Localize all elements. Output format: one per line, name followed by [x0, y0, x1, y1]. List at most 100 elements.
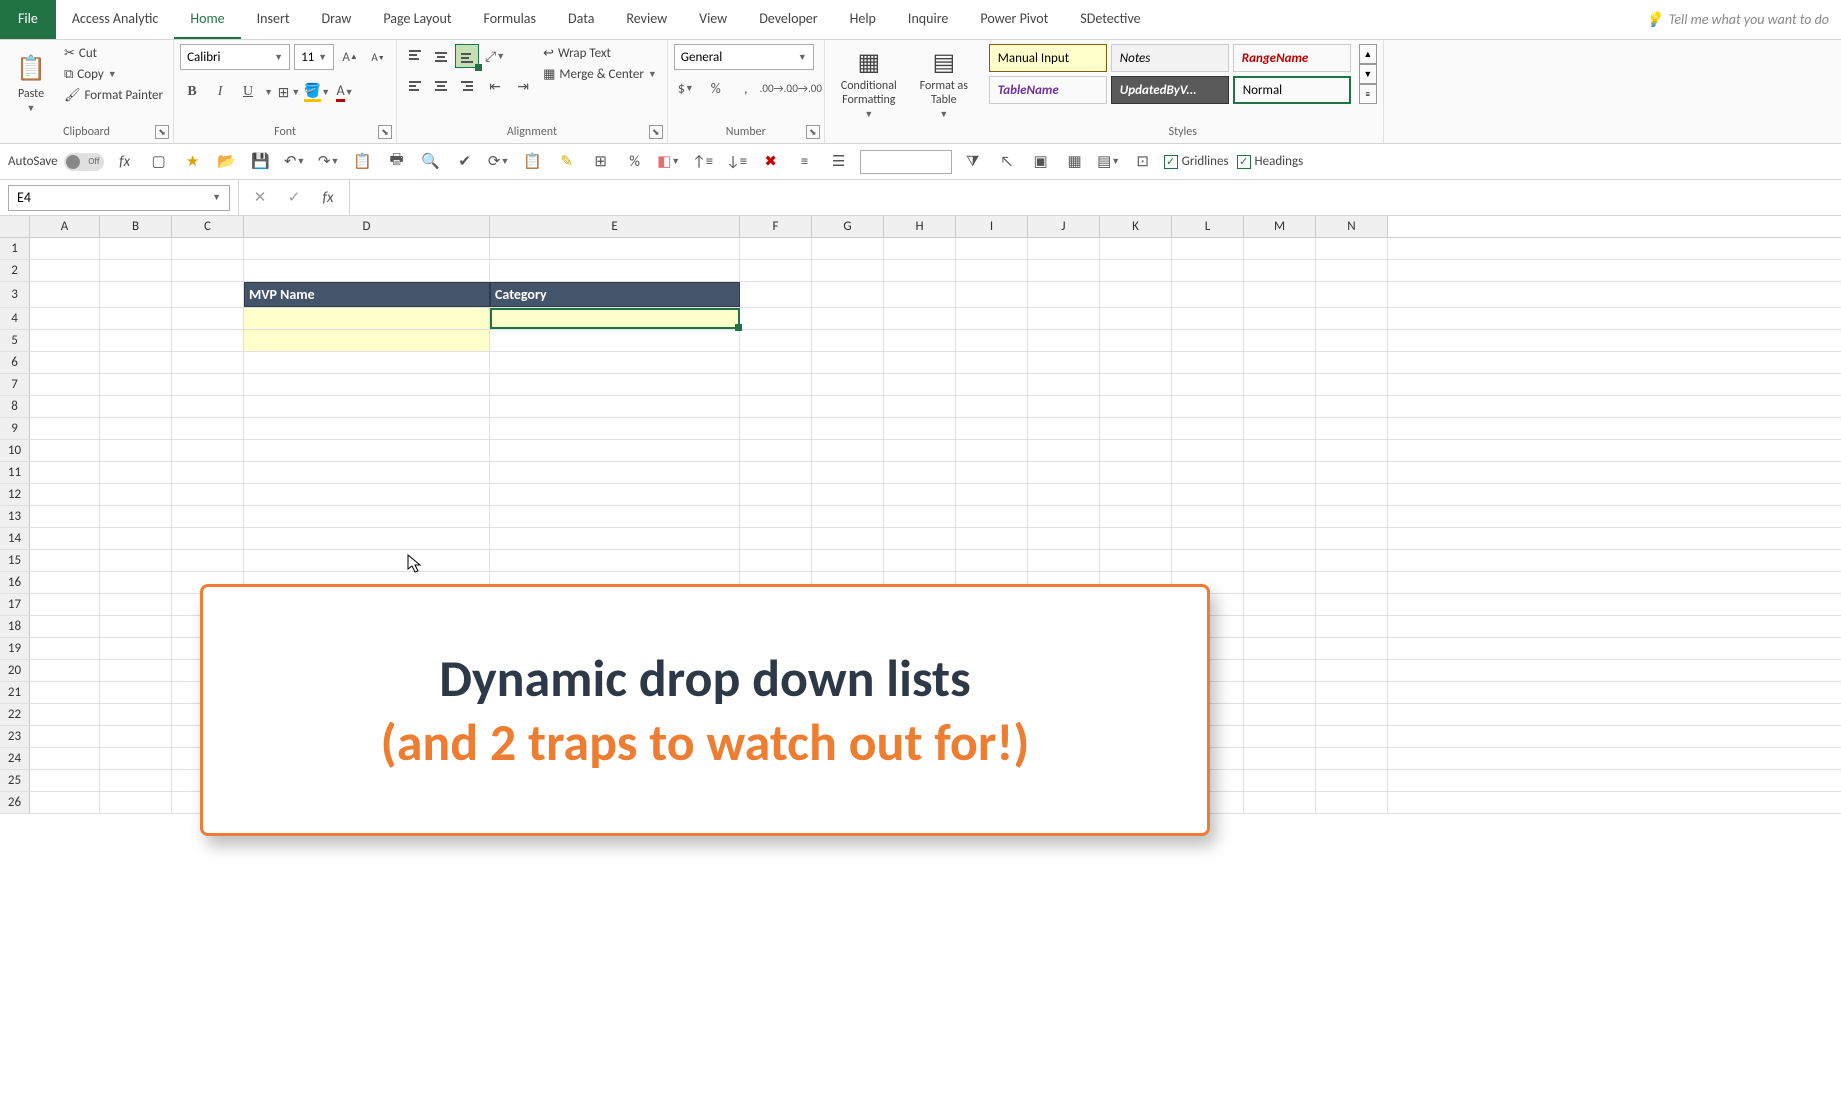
orientation-button[interactable]: ⤢▼	[483, 44, 507, 68]
decrease-decimal-button[interactable]: .0→.00	[794, 76, 818, 100]
col-header-j[interactable]: J	[1028, 216, 1100, 237]
decrease-indent-button[interactable]: ⇤	[483, 74, 507, 98]
format-as-table-button[interactable]: ▤ Format as Table▼	[911, 44, 977, 122]
wrap-text-button[interactable]: ↩Wrap Text	[539, 44, 661, 63]
col-header-h[interactable]: H	[884, 216, 956, 237]
tab-sdetective[interactable]: SDetective	[1064, 0, 1156, 39]
qat-highlight-button[interactable]: ✎	[554, 149, 580, 175]
row-header[interactable]: 25	[0, 770, 30, 791]
tab-page-layout[interactable]: Page Layout	[367, 0, 467, 39]
col-header-c[interactable]: C	[172, 216, 244, 237]
tab-file[interactable]: File	[0, 0, 56, 39]
style-rangename[interactable]: RangeName	[1233, 44, 1351, 72]
row-header[interactable]: 15	[0, 550, 30, 571]
qat-grid-button[interactable]: ⊞	[588, 149, 614, 175]
autosave-toggle[interactable]: AutoSave Off	[8, 153, 104, 171]
row-header[interactable]: 1	[0, 238, 30, 259]
row-header[interactable]: 17	[0, 594, 30, 615]
gallery-more[interactable]: ≡	[1359, 84, 1377, 104]
qat-refresh-button[interactable]: ⟳▼	[486, 149, 512, 175]
comma-button[interactable]: ,	[734, 76, 758, 100]
font-dialog-launcher[interactable]: ⬊	[378, 125, 392, 139]
qat-search-input[interactable]	[860, 150, 952, 174]
gallery-scroll-down[interactable]: ▼	[1359, 64, 1377, 84]
col-header-e[interactable]: E	[490, 216, 740, 237]
cancel-formula-button[interactable]: ✕	[247, 185, 273, 211]
style-notes[interactable]: Notes	[1111, 44, 1229, 72]
col-header-b[interactable]: B	[100, 216, 172, 237]
font-name-selector[interactable]: Calibri▼	[180, 44, 290, 70]
row-header[interactable]: 2	[0, 260, 30, 281]
align-left-button[interactable]	[403, 74, 427, 98]
tab-draw[interactable]: Draw	[306, 0, 368, 39]
formula-input[interactable]	[350, 185, 1841, 211]
qat-favorite-button[interactable]: ★	[180, 149, 206, 175]
currency-button[interactable]: $▼	[674, 76, 698, 100]
col-header-g[interactable]: G	[812, 216, 884, 237]
qat-align-justify-button[interactable]: ☰	[826, 149, 852, 175]
row-header[interactable]: 3	[0, 282, 30, 307]
row-header[interactable]: 9	[0, 418, 30, 439]
qat-pivot-button[interactable]: ⊡	[1130, 149, 1156, 175]
row-header[interactable]: 16	[0, 572, 30, 593]
row-header[interactable]: 20	[0, 660, 30, 681]
align-top-button[interactable]	[403, 44, 427, 68]
qat-redo-button[interactable]: ↷▼	[316, 149, 342, 175]
increase-indent-button[interactable]: ⇥	[511, 74, 535, 98]
qat-print-button[interactable]: 🖶	[384, 149, 410, 175]
row-header[interactable]: 6	[0, 352, 30, 373]
font-color-button[interactable]: A▼	[333, 80, 357, 104]
align-center-button[interactable]	[429, 74, 453, 98]
tab-access-analytic[interactable]: Access Analytic	[56, 0, 175, 39]
qat-percent-button[interactable]: %	[622, 149, 648, 175]
tell-me-search[interactable]: 💡 Tell me what you want to do	[1633, 0, 1841, 39]
qat-paste-button[interactable]: 📋	[350, 149, 376, 175]
toggle-switch[interactable]: Off	[64, 153, 104, 171]
qat-group1-button[interactable]: ▣	[1028, 149, 1054, 175]
row-header[interactable]: 4	[0, 308, 30, 329]
col-header-a[interactable]: A	[30, 216, 100, 237]
fill-color-button[interactable]: 🪣▼	[305, 80, 329, 104]
qat-filter-button[interactable]: ⧩	[960, 149, 986, 175]
gallery-scroll-up[interactable]: ▲	[1359, 44, 1377, 64]
copy-button[interactable]: ⧉Copy▼	[60, 65, 167, 84]
insert-function-button[interactable]: fx	[315, 185, 341, 211]
percent-button[interactable]: %	[704, 76, 728, 100]
decrease-font-button[interactable]: A▼	[366, 45, 390, 69]
align-bottom-button[interactable]	[455, 44, 479, 68]
col-header-i[interactable]: I	[956, 216, 1028, 237]
cell-e3[interactable]: Category	[490, 282, 740, 307]
select-all-corner[interactable]	[0, 216, 30, 237]
gridlines-checkbox[interactable]: ✓Gridlines	[1164, 154, 1229, 169]
qat-group3-button[interactable]: ▤▼	[1096, 149, 1122, 175]
number-dialog-launcher[interactable]: ⬊	[806, 125, 820, 139]
row-header[interactable]: 22	[0, 704, 30, 725]
style-manual-input[interactable]: Manual Input	[989, 44, 1107, 72]
tab-review[interactable]: Review	[610, 0, 683, 39]
tab-power-pivot[interactable]: Power Pivot	[964, 0, 1064, 39]
headings-checkbox[interactable]: ✓Headings	[1237, 154, 1304, 169]
cell-d4[interactable]	[244, 308, 490, 329]
qat-new-button[interactable]: ▢	[146, 149, 172, 175]
borders-button[interactable]: ⊞▼	[277, 80, 301, 104]
col-header-f[interactable]: F	[740, 216, 812, 237]
col-header-n[interactable]: N	[1316, 216, 1388, 237]
tab-insert[interactable]: Insert	[241, 0, 306, 39]
italic-button[interactable]: I	[208, 80, 232, 104]
qat-sort-asc-button[interactable]: ↑≡	[690, 149, 716, 175]
qat-align-center-button[interactable]: ≡	[792, 149, 818, 175]
row-header[interactable]: 18	[0, 616, 30, 637]
tab-home[interactable]: Home	[174, 0, 240, 39]
style-normal[interactable]: Normal	[1233, 76, 1351, 104]
cell-d3[interactable]: MVP Name	[244, 282, 490, 307]
qat-save-button[interactable]: 💾	[248, 149, 274, 175]
name-box[interactable]: E4▼	[8, 185, 230, 211]
row-header[interactable]: 12	[0, 484, 30, 505]
qat-cursor-button[interactable]: ↖	[994, 149, 1020, 175]
cell-d5[interactable]	[244, 330, 490, 351]
tab-formulas[interactable]: Formulas	[468, 0, 552, 39]
row-header[interactable]: 8	[0, 396, 30, 417]
row-header[interactable]: 5	[0, 330, 30, 351]
style-updatedbyv[interactable]: UpdatedByV...	[1111, 76, 1229, 104]
worksheet-grid[interactable]: A B C D E F G H I J K L M N 1 2 3MVP Nam…	[0, 216, 1841, 814]
